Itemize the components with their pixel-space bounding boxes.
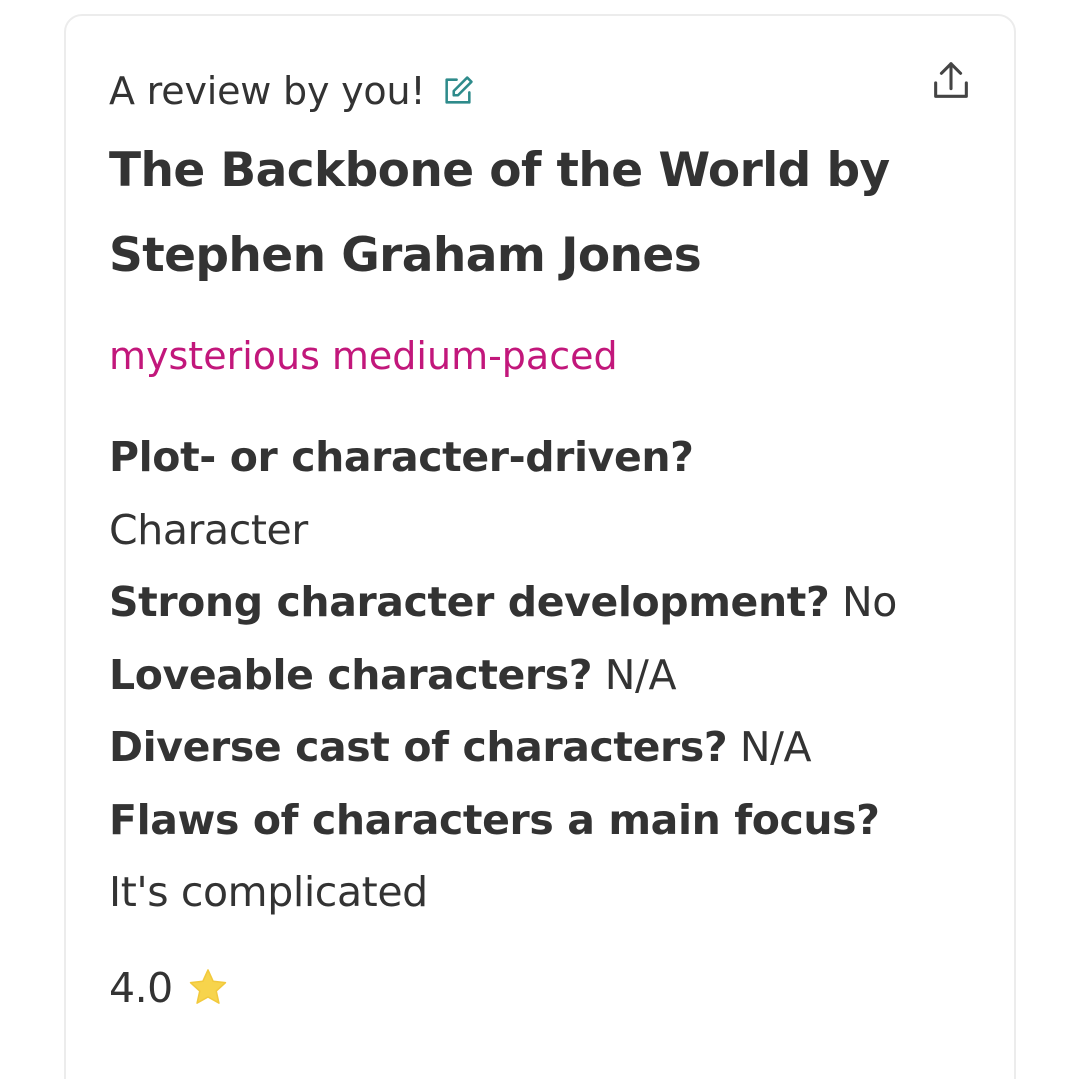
- question-text: Flaws of characters a main focus?: [109, 795, 880, 844]
- question-line: Strong character development? No: [109, 566, 989, 639]
- question-text: Loveable characters?: [109, 650, 593, 699]
- review-byline: A review by you!: [109, 69, 426, 113]
- answer-line: Character: [109, 494, 989, 567]
- character-questions: Plot- or character-driven? Character Str…: [109, 421, 989, 929]
- rating-value: 4.0: [109, 964, 173, 1012]
- question-text: Diverse cast of characters?: [109, 723, 728, 771]
- answer-line: It's complicated: [109, 856, 989, 929]
- answer-text: Character: [109, 505, 308, 554]
- book-title: The Backbone of the World by Stephen Gra…: [109, 143, 890, 283]
- question-line: Flaws of characters a main focus?: [109, 784, 989, 857]
- answer-text: N/A: [604, 650, 677, 699]
- answer-text: N/A: [739, 723, 812, 771]
- answer-text: It's complicated: [109, 868, 428, 916]
- question-line: Plot- or character-driven?: [109, 421, 989, 494]
- star-icon: [189, 969, 226, 1004]
- question-text: Plot- or character-driven?: [109, 433, 694, 481]
- mood-tags: mysterious medium-paced: [109, 334, 618, 378]
- answer-text: No: [841, 578, 897, 626]
- share-icon[interactable]: [928, 58, 974, 104]
- mood-tag: mysterious: [109, 334, 320, 378]
- edit-icon[interactable]: [441, 74, 475, 108]
- review-card: A review by you! The Backbone of the Wor…: [64, 14, 1016, 1079]
- question-line: Diverse cast of characters? N/A: [109, 711, 989, 784]
- rating: 4.0: [109, 960, 231, 1016]
- question-text: Strong character development?: [109, 578, 830, 626]
- question-line: Loveable characters? N/A: [109, 639, 989, 712]
- review-header: A review by you!: [109, 68, 475, 114]
- mood-tag: medium-paced: [331, 334, 618, 378]
